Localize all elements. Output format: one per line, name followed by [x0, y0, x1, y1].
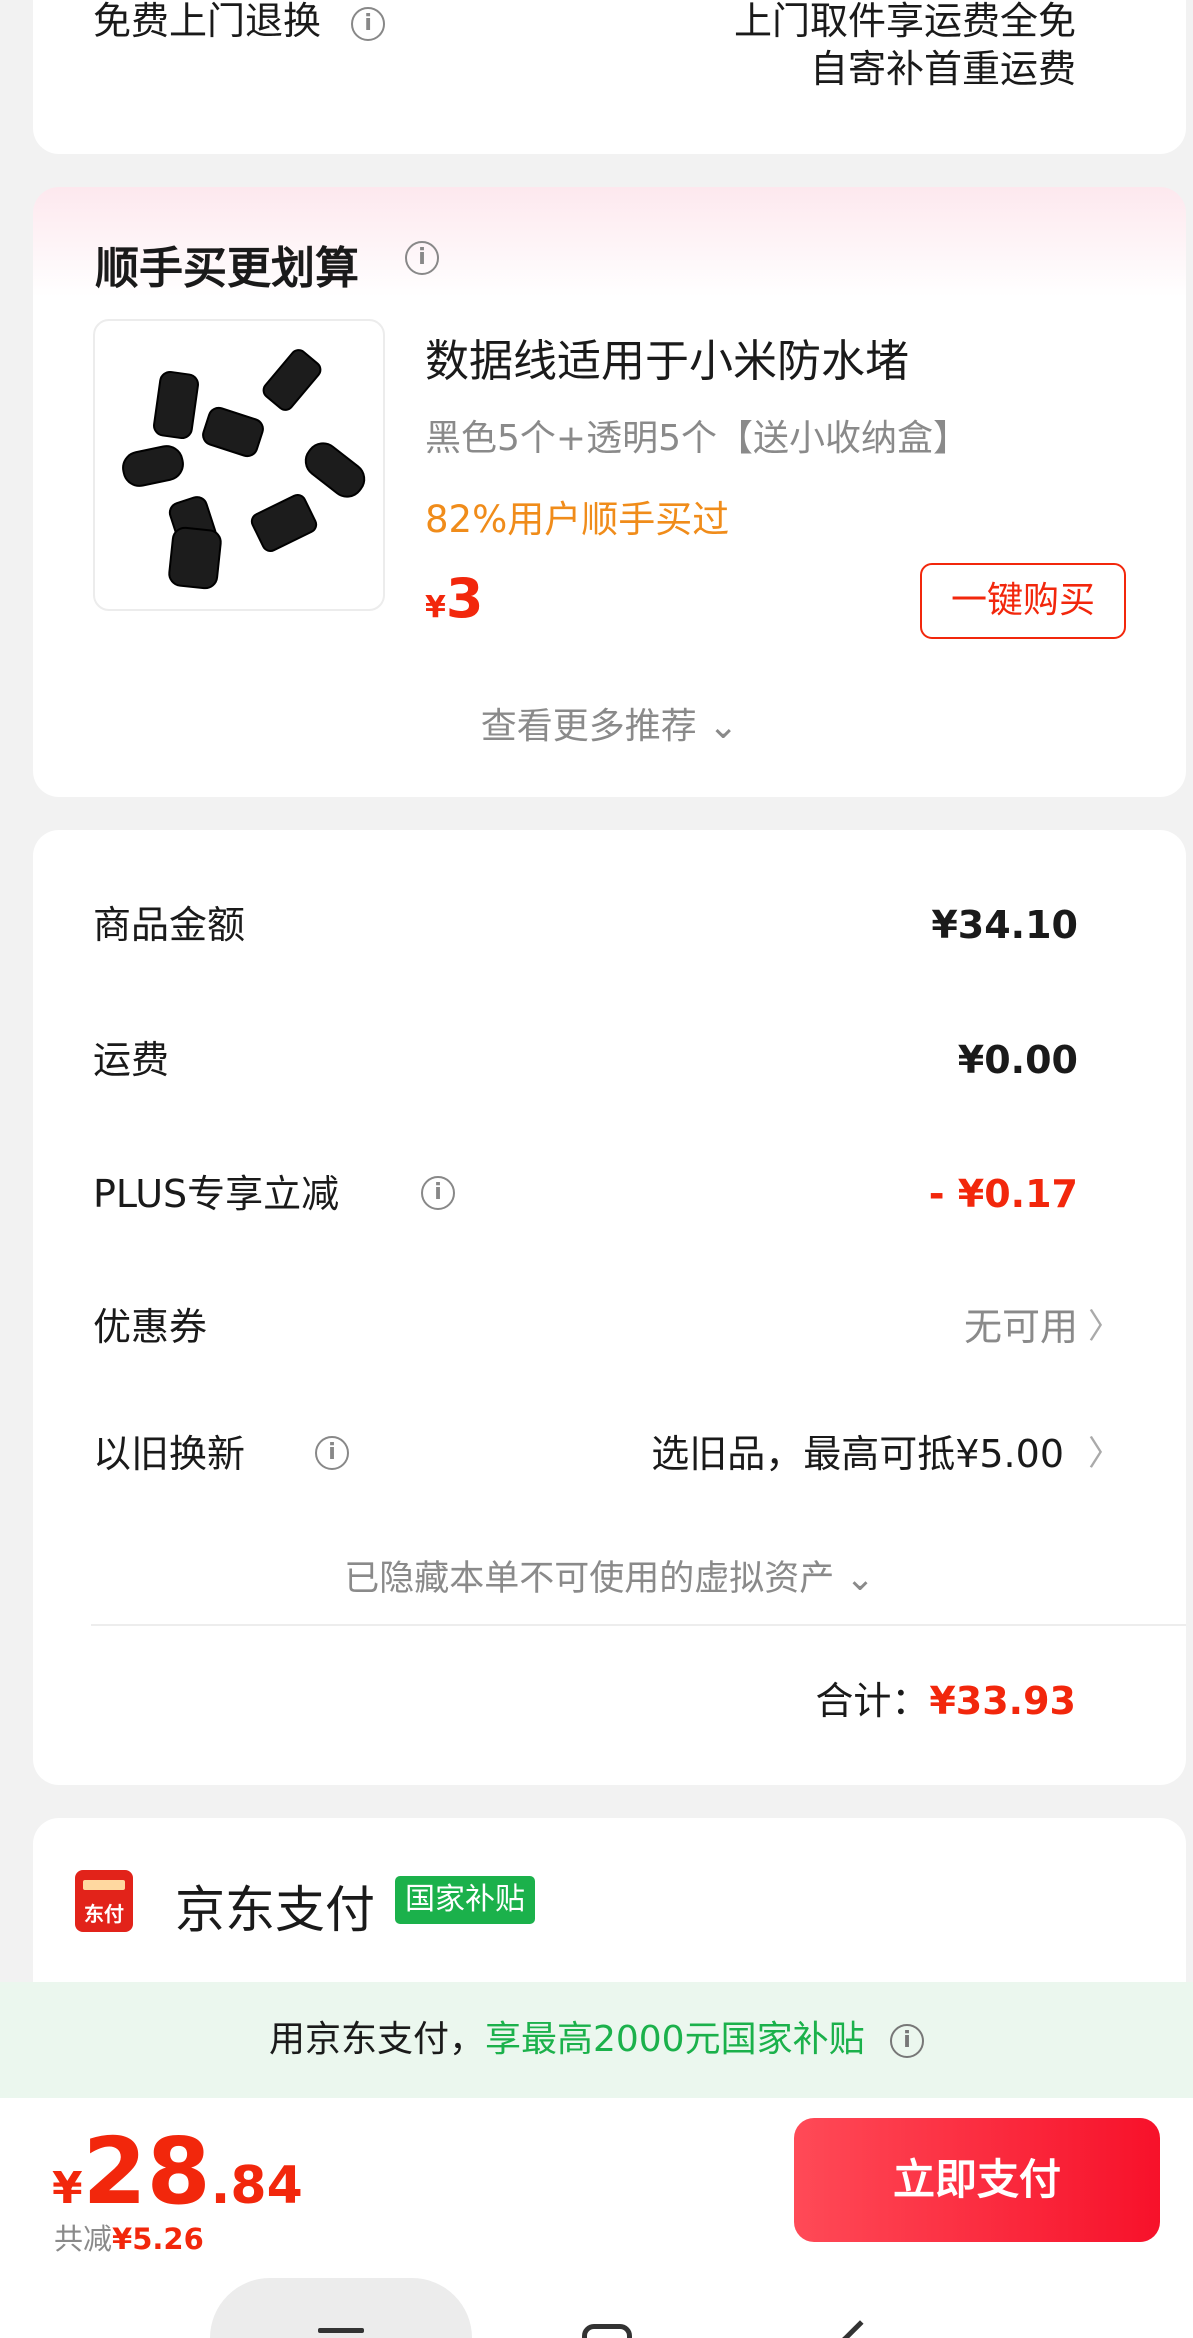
jd-pay-icon-text: 东付	[84, 1902, 124, 1926]
return-service-label: 免费上门退换	[93, 0, 322, 43]
product-spec: 黑色5个+透明5个【送小收纳盒】	[425, 418, 969, 459]
row-label: 以旧换新	[93, 1432, 246, 1476]
row-goods-amount: 商品金额 ¥34.10	[93, 895, 1186, 955]
saved-value: ¥5.26	[112, 2222, 204, 2256]
row-label: 商品金额	[93, 903, 246, 947]
checkout-bar: ¥28.84 共减¥5.26 立即支付	[0, 2098, 1193, 2338]
product-purchase-stat: 82%用户顺手买过	[425, 498, 730, 541]
final-price-currency: ¥	[52, 2163, 83, 2214]
total-saved: 共减¥5.26	[54, 2216, 204, 2258]
payment-method-name: 京东支付	[175, 1881, 375, 1939]
chevron-right-icon: 〉	[1088, 1434, 1122, 1474]
jd-pay-icon: 东付	[75, 1870, 133, 1932]
info-icon[interactable]: i	[405, 241, 439, 275]
row-plus-discount: PLUS专享立减 i - ¥0.17	[93, 1164, 1186, 1224]
total-value: ¥33.93	[929, 1679, 1076, 1723]
checkout-page: 免费上门退换 i 上门取件享运费全免 自寄补首重运费 顺手买更划算 i 数据线适…	[0, 0, 1193, 2338]
more-recommendations-link[interactable]: 查看更多推荐 ⌄	[33, 697, 1186, 749]
row-value: - ¥0.17	[928, 1172, 1078, 1216]
info-icon[interactable]: i	[421, 1176, 455, 1210]
final-price-decimal: .84	[210, 2156, 303, 2216]
return-service-desc-2: 自寄补首重运费	[809, 47, 1076, 91]
order-total: 合计：¥33.93	[815, 1670, 1076, 1725]
one-click-buy-button[interactable]: 一键购买	[920, 563, 1126, 639]
return-service-row: 免费上门退换 i	[93, 0, 386, 45]
row-label: PLUS专享立减	[93, 1172, 340, 1216]
pay-now-button[interactable]: 立即支付	[794, 2118, 1160, 2242]
menu-icon	[318, 2328, 364, 2333]
final-price-integer: 28	[82, 2118, 211, 2225]
return-service-card: 免费上门退换 i 上门取件享运费全免 自寄补首重运费	[33, 0, 1186, 154]
row-value: 选旧品，最高可抵¥5.00	[651, 1432, 1064, 1476]
total-label: 合计：	[815, 1679, 930, 1723]
price-currency: ¥	[425, 590, 446, 625]
row-value: 无可用	[963, 1305, 1078, 1349]
final-price: ¥28.84	[52, 2118, 303, 2225]
info-icon[interactable]: i	[351, 6, 386, 41]
recommendation-title: 顺手买更划算	[95, 243, 359, 294]
info-icon[interactable]: i	[890, 2024, 925, 2058]
row-value: ¥0.00	[957, 1038, 1078, 1082]
info-icon[interactable]: i	[315, 1436, 349, 1470]
product-thumbnail[interactable]	[93, 319, 385, 611]
row-label: 优惠券	[93, 1305, 208, 1349]
price-value: 3	[445, 567, 484, 630]
row-coupon[interactable]: 优惠券 无可用 〉	[93, 1297, 1186, 1357]
chevron-right-icon: 〉	[1088, 1307, 1122, 1347]
row-label: 运费	[93, 1038, 170, 1082]
divider	[91, 1624, 1186, 1626]
saved-label: 共减	[54, 2222, 113, 2256]
product-price: ¥3	[425, 567, 483, 630]
hidden-assets-toggle[interactable]: 已隐藏本单不可使用的虚拟资产 ⌄	[33, 1550, 1186, 1601]
subsidy-badge: 国家补贴	[395, 1876, 535, 1924]
subsidy-banner[interactable]: 用京东支付，享最高2000元国家补贴 i	[0, 1982, 1193, 2098]
row-shipping: 运费 ¥0.00	[93, 1030, 1186, 1090]
home-icon[interactable]	[582, 2324, 632, 2338]
recommendation-card: 顺手买更划算 i 数据线适用于小米防水堵 黑色5个+透明5个【送小收纳盒】 82…	[33, 187, 1186, 797]
banner-highlight: 享最高2000元国家补贴	[484, 2019, 865, 2060]
row-trade-in[interactable]: 以旧换新 i 选旧品，最高可抵¥5.00 〉	[93, 1424, 1186, 1484]
banner-prefix: 用京东支付，	[268, 2019, 485, 2060]
rubber-plugs-image	[122, 349, 366, 590]
product-name[interactable]: 数据线适用于小米防水堵	[425, 325, 909, 389]
row-value: ¥34.10	[931, 903, 1078, 947]
back-icon[interactable]	[840, 2320, 880, 2338]
price-details-card: 商品金额 ¥34.10 运费 ¥0.00 PLUS专享立减 i - ¥0.17 …	[33, 830, 1186, 1785]
